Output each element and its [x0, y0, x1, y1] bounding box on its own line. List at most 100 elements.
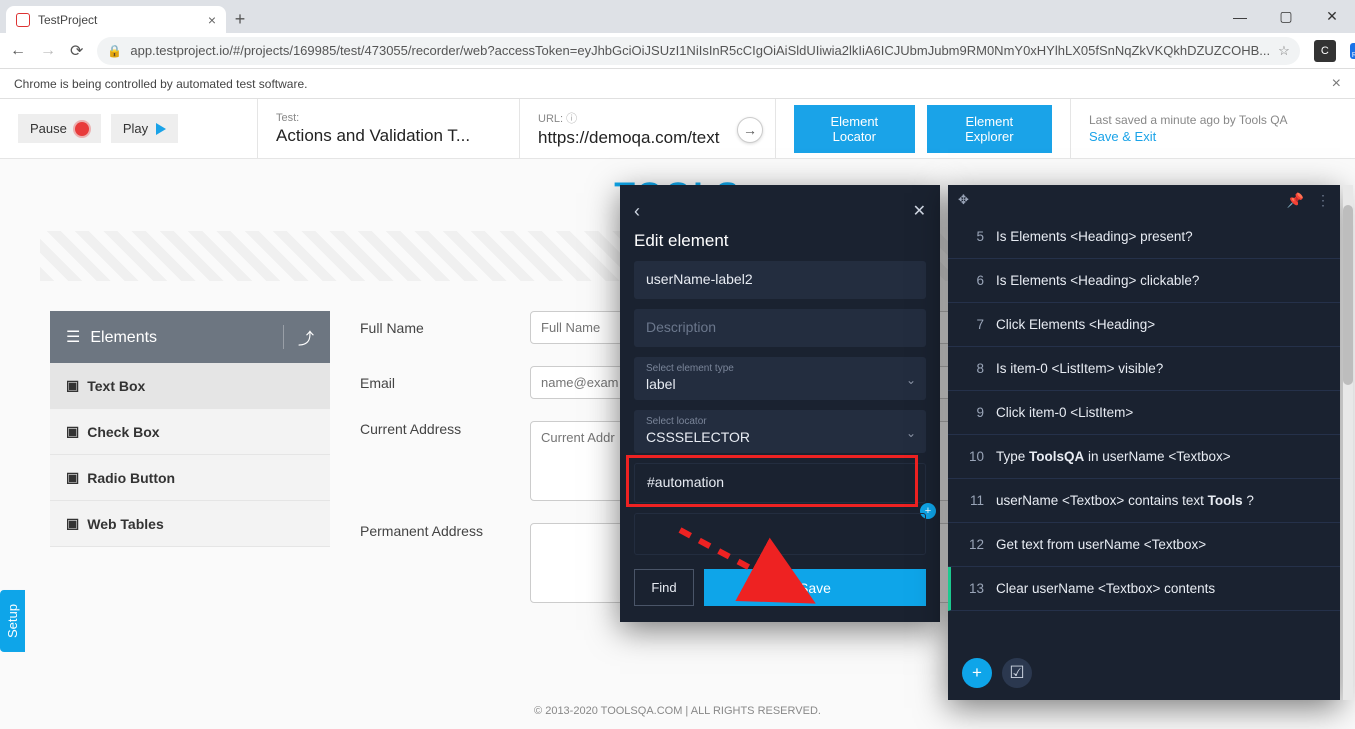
- tab-close-icon[interactable]: ×: [208, 12, 216, 28]
- info-icon: ⓘ: [566, 113, 577, 125]
- step-text: Clear userName <Textbox> contents: [996, 581, 1324, 596]
- add-step-button[interactable]: +: [962, 658, 992, 688]
- sidebar-item-text-box[interactable]: ▣ Text Box: [50, 363, 330, 409]
- element-locator-button[interactable]: Element Locator: [794, 105, 915, 153]
- test-info: Test: Actions and Validation T...: [258, 99, 520, 158]
- url-value: https://demoqa.com/text: [538, 128, 757, 148]
- save-info: Last saved a minute ago by Tools QA Save…: [1071, 99, 1355, 158]
- url-text: app.testproject.io/#/projects/169985/tes…: [130, 43, 1270, 58]
- description-input[interactable]: [646, 319, 914, 335]
- type-value: label: [646, 376, 914, 392]
- new-tab-button[interactable]: +: [226, 6, 254, 33]
- minimize-icon[interactable]: —: [1217, 0, 1263, 33]
- tab-title: TestProject: [38, 13, 97, 27]
- step-list[interactable]: 5Is Elements <Heading> present? 6 Is Eleme…: [948, 215, 1340, 646]
- description-field[interactable]: [634, 309, 926, 347]
- forward-icon[interactable]: →: [40, 42, 56, 60]
- star-icon[interactable]: ☆: [1278, 43, 1290, 59]
- extension-icon[interactable]: C: [1314, 40, 1336, 62]
- browser-tab[interactable]: TestProject ×: [6, 6, 226, 33]
- step-text: Is item-0 <ListItem> visible?: [996, 361, 1324, 376]
- play-label: Play: [123, 121, 148, 136]
- url-info: URL: ⓘ https://demoqa.com/text →: [520, 99, 776, 158]
- step-text: userName <Textbox> contains text Tools ?: [996, 493, 1324, 508]
- element-name-field[interactable]: [634, 261, 926, 299]
- recorder-toolbar: Pause Play Test: Actions and Validation …: [0, 99, 1355, 159]
- maximize-icon[interactable]: ▢: [1263, 0, 1309, 33]
- setup-tab[interactable]: Setup: [0, 590, 25, 652]
- infobar-close-icon[interactable]: ×: [1332, 75, 1341, 93]
- step-number: 13: [964, 581, 984, 596]
- record-indicator-icon: [75, 122, 89, 136]
- step-row[interactable]: 8 Is item-0 <ListItem> visible?: [948, 347, 1340, 391]
- pin-icon[interactable]: 📌: [1287, 192, 1304, 209]
- step-row[interactable]: 6 Is Elements <Heading> clickable?: [948, 259, 1340, 303]
- step-row[interactable]: 12Get text from userName <Textbox>: [948, 523, 1340, 567]
- step-text: Click Elements <Heading>: [996, 317, 1324, 332]
- test-label: Test:: [276, 112, 299, 124]
- step-number: 6: [964, 273, 984, 288]
- element-name-input[interactable]: [646, 271, 914, 287]
- label-full-name: Full Name: [360, 320, 530, 336]
- move-panel-icon[interactable]: ✥: [958, 192, 969, 208]
- automation-infobar: Chrome is being controlled by automated …: [0, 69, 1355, 99]
- element-explorer-button[interactable]: Element Explorer: [927, 105, 1052, 153]
- play-button[interactable]: Play: [111, 114, 178, 143]
- save-button[interactable]: Save: [704, 569, 926, 606]
- recorder-extension-icon[interactable]: [1350, 43, 1355, 59]
- find-button[interactable]: Find: [634, 569, 694, 606]
- locator-select[interactable]: Select locator CSSSELECTOR ⌄: [634, 410, 926, 453]
- lock-icon: 🔒: [107, 44, 122, 58]
- reload-icon[interactable]: ⟳: [70, 41, 83, 61]
- step-number: 11: [964, 493, 984, 508]
- panel-menu-icon[interactable]: ⋮: [1316, 192, 1330, 209]
- window-controls: — ▢ ✕: [1217, 0, 1355, 33]
- locator-value: CSSSELECTOR: [646, 429, 914, 445]
- page-footer: © 2013-2020 TOOLSQA.COM | ALL RIGHTS RES…: [0, 705, 1355, 717]
- step-row[interactable]: 11 userName <Textbox> contains text Tools…: [948, 479, 1340, 523]
- back-icon[interactable]: ←: [10, 42, 26, 60]
- step-row[interactable]: 9Click item-0 <ListItem>: [948, 391, 1340, 435]
- step-row[interactable]: 5Is Elements <Heading> present?: [948, 215, 1340, 259]
- locator-input[interactable]: [647, 474, 913, 490]
- play-icon: [156, 123, 166, 135]
- type-label: Select element type: [646, 363, 914, 374]
- step-row[interactable]: 13 Clear userName <Textbox> contents: [948, 567, 1340, 611]
- label-current-address: Current Address: [360, 421, 530, 437]
- collapse-icon[interactable]: ⤴: [283, 325, 314, 349]
- multi-select-button[interactable]: ☑: [1002, 658, 1032, 688]
- sidebar-item-radio-button[interactable]: ▣ Radio Button: [50, 455, 330, 501]
- navigate-button[interactable]: →: [737, 117, 763, 143]
- step-text: Get text from userName <Textbox>: [996, 537, 1324, 552]
- last-saved-text: Last saved a minute ago by Tools QA: [1089, 113, 1288, 127]
- label-email: Email: [360, 375, 530, 391]
- url-field[interactable]: 🔒 app.testproject.io/#/projects/169985/t…: [97, 37, 1299, 65]
- back-icon[interactable]: ‹: [634, 201, 640, 222]
- infobar-text: Chrome is being controlled by automated …: [14, 77, 307, 91]
- step-number: 8: [964, 361, 984, 376]
- favicon-icon: [16, 13, 30, 27]
- step-text: Click item-0 <ListItem>: [996, 405, 1324, 420]
- pause-label: Pause: [30, 121, 67, 136]
- element-type-select[interactable]: Select element type label ⌄: [634, 357, 926, 400]
- page-scrollbar-thumb[interactable]: [1343, 205, 1353, 385]
- pause-button[interactable]: Pause: [18, 114, 101, 143]
- step-number: 5: [964, 229, 984, 244]
- step-row[interactable]: 7 Click Elements <Heading>: [948, 303, 1340, 347]
- url-label: URL: ⓘ: [538, 110, 577, 126]
- save-exit-link[interactable]: Save & Exit: [1089, 129, 1156, 144]
- step-number: 10: [964, 449, 984, 464]
- locator-input-box[interactable]: [634, 463, 926, 503]
- step-text: Type ToolsQA in userName <Textbox>: [996, 449, 1324, 464]
- close-icon[interactable]: ✕: [1309, 0, 1355, 33]
- step-row[interactable]: 10 Type ToolsQA in userName <Textbox>: [948, 435, 1340, 479]
- sidebar-item-check-box[interactable]: ▣ Check Box: [50, 409, 330, 455]
- sidebar-item-web-tables[interactable]: ▣ Web Tables: [50, 501, 330, 547]
- window-titlebar: TestProject × + — ▢ ✕: [0, 0, 1355, 33]
- step-text: Is Elements <Heading> clickable?: [996, 273, 1324, 288]
- address-bar: ← → ⟳ 🔒 app.testproject.io/#/projects/16…: [0, 33, 1355, 69]
- locator-extra-box[interactable]: [634, 513, 926, 555]
- step-number: 7: [964, 317, 984, 332]
- close-panel-icon[interactable]: ✕: [913, 201, 926, 221]
- sidebar-header[interactable]: ☰Elements ⤴: [50, 311, 330, 363]
